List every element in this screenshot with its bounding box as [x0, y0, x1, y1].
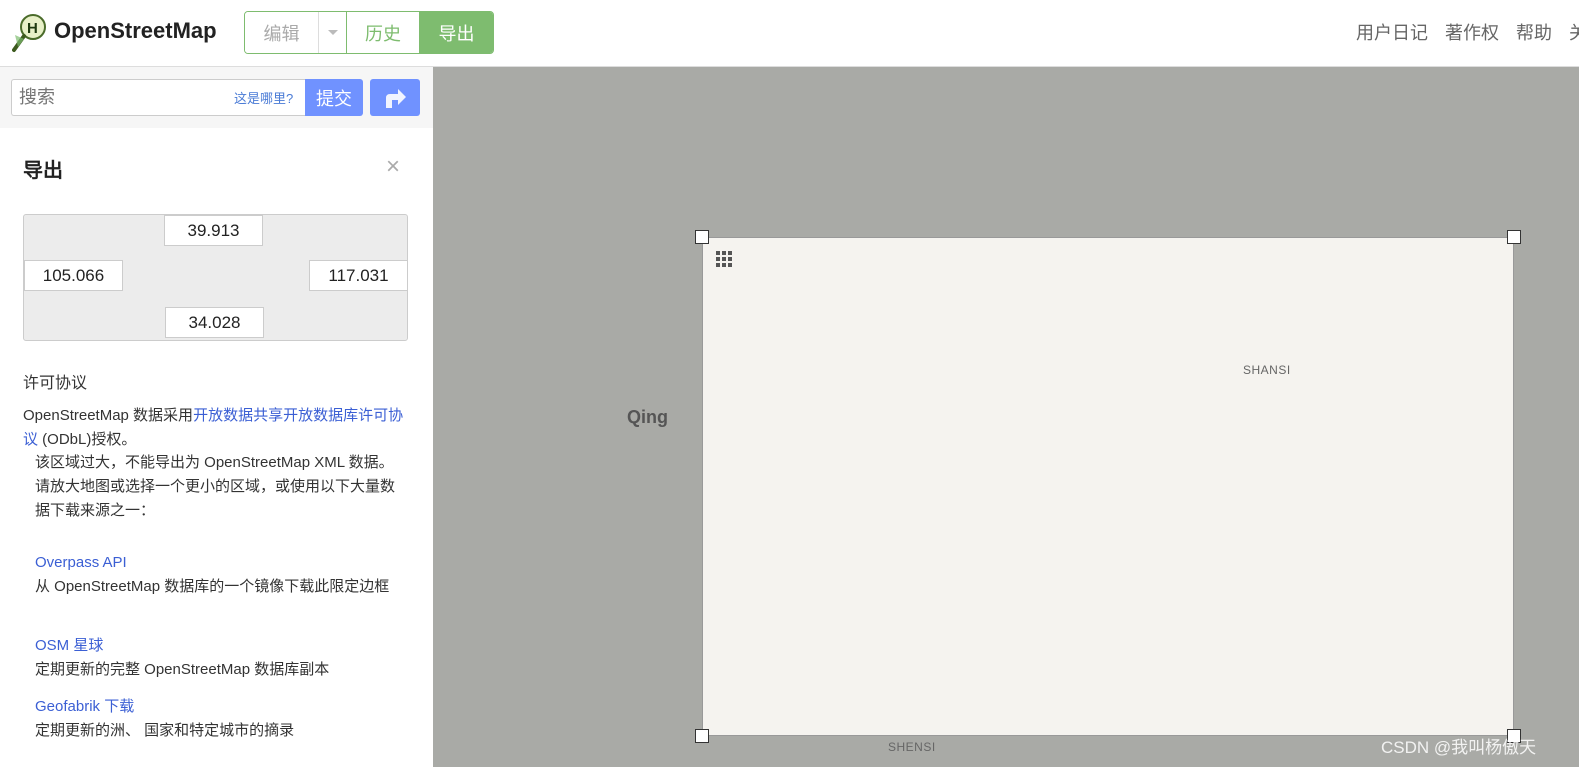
export-button[interactable]: 导出: [420, 12, 493, 53]
west-coordinate-field[interactable]: 105.066: [24, 260, 123, 291]
license-post-text: (ODbL)授权。: [38, 431, 137, 448]
source-description: 定期更新的洲、 国家和特定城市的摘录: [35, 722, 295, 739]
north-coordinate-field[interactable]: 39.913: [164, 215, 263, 246]
geofabrik-download-link[interactable]: Geofabrik 下载: [35, 695, 395, 719]
east-coordinate-field[interactable]: 117.031: [309, 260, 408, 291]
close-icon[interactable]: ×: [386, 153, 400, 181]
license-heading: 许可协议: [23, 375, 88, 392]
resize-handle-sw[interactable]: [695, 729, 709, 743]
copyright-link[interactable]: 著作权: [1445, 19, 1499, 45]
bounding-box-panel: 39.913 105.066 117.031 34.028: [23, 214, 408, 341]
area-too-large-warning: 该区域过大，不能导出为 OpenStreetMap XML 数据。请放大地图或选…: [35, 454, 396, 519]
south-coordinate-field[interactable]: 34.028: [165, 307, 264, 338]
edit-button[interactable]: 编辑: [245, 12, 319, 53]
export-selection-area[interactable]: [702, 237, 1514, 736]
edit-dropdown-button[interactable]: [319, 12, 347, 53]
source-item: Geofabrik 下载 定期更新的洲、 国家和特定城市的摘录: [35, 695, 395, 743]
source-item: OSM 星球 定期更新的完整 OpenStreetMap 数据库副本: [35, 634, 395, 682]
source-item: Overpass API 从 OpenStreetMap 数据库的一个镜像下载此…: [35, 551, 395, 599]
osm-planet-link[interactable]: OSM 星球: [35, 634, 395, 658]
osm-logo-icon[interactable]: H: [12, 13, 48, 53]
edit-history-export-group: 编辑 历史 导出: [244, 11, 494, 54]
svg-text:H: H: [27, 20, 38, 37]
search-submit-button[interactable]: 提交: [305, 79, 363, 116]
map-label-qing: Qing: [627, 407, 668, 427]
overpass-api-link[interactable]: Overpass API: [35, 551, 395, 575]
resize-handle-ne[interactable]: [1507, 230, 1521, 244]
where-is-this-link[interactable]: 这是哪里?: [234, 88, 293, 107]
source-description: 从 OpenStreetMap 数据库的一个镜像下载此限定边框: [35, 578, 390, 595]
sidebar: 这是哪里? 提交 导出 × 39.913 105.066 117.031 34.…: [0, 67, 433, 767]
top-header: H OpenStreetMap 编辑 历史 导出 用户日记 著作权 帮助 关: [0, 0, 1579, 67]
resize-handle-nw[interactable]: [695, 230, 709, 244]
map-label-shensi: SHENSI: [888, 740, 936, 754]
user-menu: 用户日记 著作权 帮助 关: [1356, 19, 1579, 45]
user-diary-link[interactable]: 用户日记: [1356, 19, 1428, 45]
directions-button[interactable]: [370, 79, 420, 116]
help-link[interactable]: 帮助: [1516, 19, 1552, 45]
brand-name[interactable]: OpenStreetMap: [54, 18, 217, 44]
csdn-watermark: CSDN @我叫杨傲天: [1381, 738, 1537, 757]
license-text: OpenStreetMap 数据采用开放数据共享开放数据库许可协议 (ODbL)…: [23, 404, 408, 452]
map-label-shansi: SHANSI: [1243, 363, 1291, 377]
history-button[interactable]: 历史: [347, 12, 420, 53]
drag-grip-icon[interactable]: [716, 251, 732, 267]
about-link[interactable]: 关: [1569, 19, 1579, 45]
license-pre-text: OpenStreetMap 数据采用: [23, 407, 194, 424]
chevron-down-icon: [327, 30, 338, 35]
search-bar: 这是哪里? 提交: [0, 67, 433, 128]
map-view[interactable]: SHANSI SHENSI Qing CSDN @我叫杨傲天: [433, 67, 1579, 767]
directions-icon: [386, 88, 406, 108]
source-description: 定期更新的完整 OpenStreetMap 数据库副本: [35, 661, 330, 678]
export-panel-title: 导出: [23, 160, 63, 182]
